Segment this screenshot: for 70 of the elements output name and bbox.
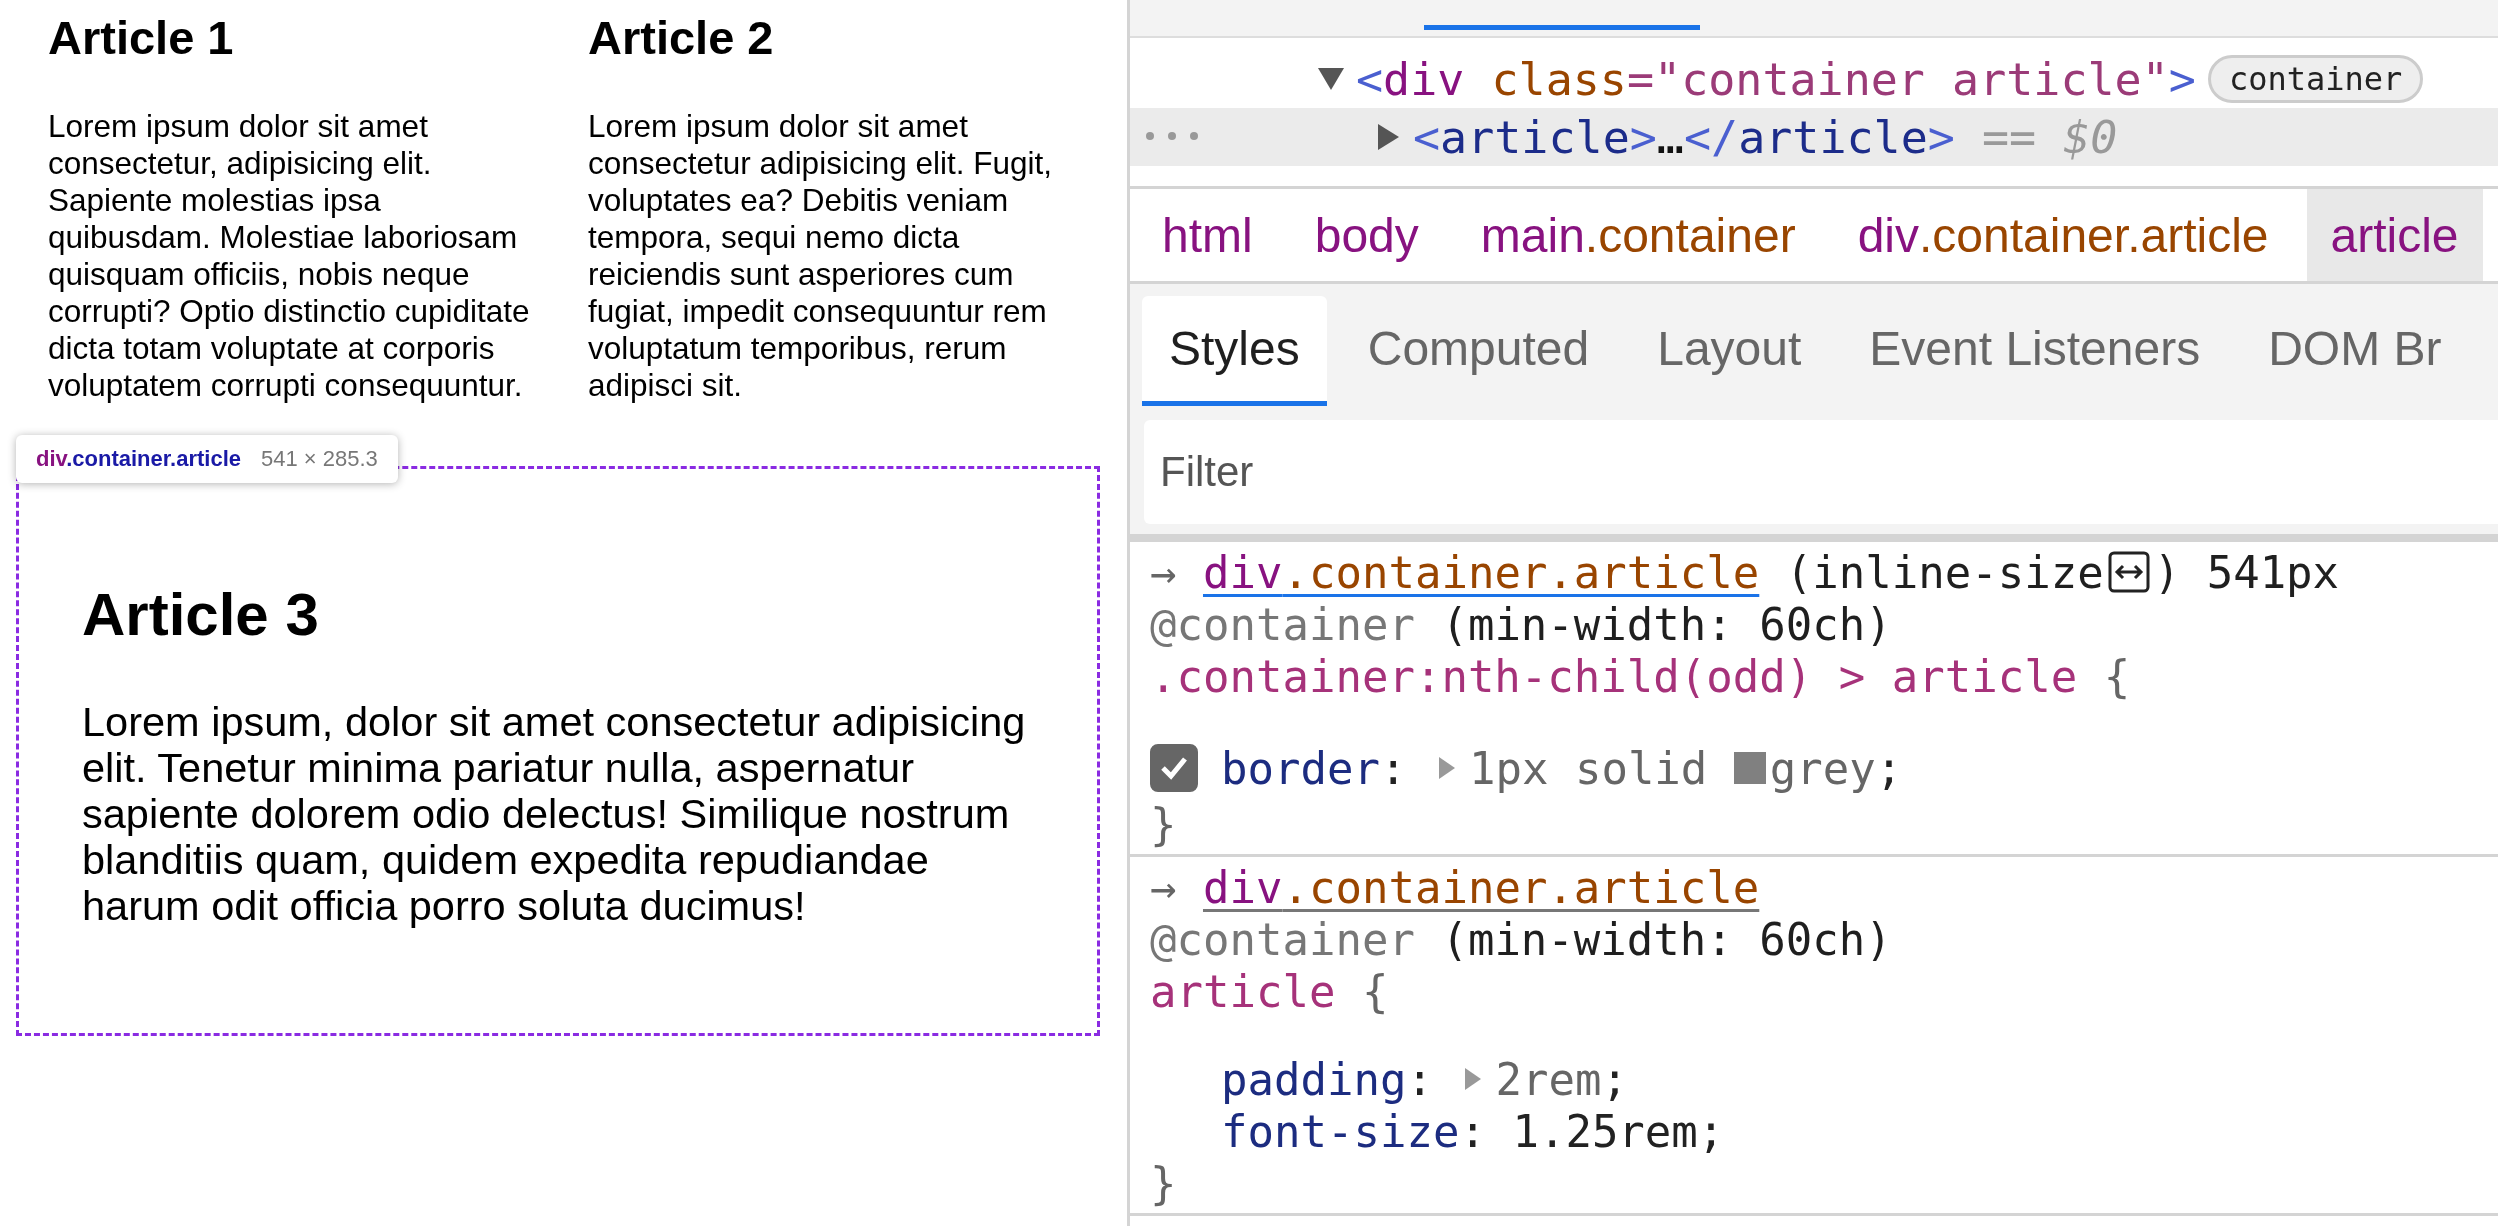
expand-triangle-icon xyxy=(1436,755,1457,781)
selected-node-row[interactable]: <article>…</article> == $0 xyxy=(1130,108,2498,166)
css-value: 1.25rem xyxy=(1512,1105,1698,1157)
tag-bracket: < xyxy=(1356,52,1384,106)
tab[interactable]: Layout xyxy=(1630,296,1829,406)
tag-bracket: > xyxy=(1629,110,1657,164)
tag-name: article xyxy=(1738,110,1928,164)
at-rule: @container xyxy=(1150,598,1415,650)
article-heading: Article 1 xyxy=(48,12,235,64)
article-heading: Article 2 xyxy=(588,12,775,64)
css-property: border xyxy=(1221,742,1380,794)
tab[interactable]: Event Listeners xyxy=(1842,296,2228,406)
breadcrumb[interactable]: body xyxy=(1290,189,1443,281)
attribute-name: class xyxy=(1490,52,1627,106)
arrow-glyph: → xyxy=(1150,861,1178,913)
arrow-glyph: → xyxy=(1150,546,1178,598)
tag-bracket: < xyxy=(1413,110,1441,164)
selector-link[interactable]: div.container.article xyxy=(1203,546,1760,598)
tag-name: div xyxy=(1383,52,1465,106)
container-query: (min-width: 60ch) xyxy=(1440,913,1892,965)
css-value: 2rem xyxy=(1495,1053,1602,1105)
punctuation: ; xyxy=(1875,742,1903,794)
more-options-icon xyxy=(1144,130,1200,142)
punctuation: =" xyxy=(1626,52,1682,106)
css-selector: .container:nth-child(odd) > article xyxy=(1150,650,2078,702)
element-size: 541 × 285.3 xyxy=(261,446,378,472)
css-property: padding xyxy=(1221,1053,1407,1105)
tag-bracket: > xyxy=(1927,110,1955,164)
brace: } xyxy=(1150,1157,1177,1209)
tag-bracket: </ xyxy=(1683,110,1739,164)
container-badge[interactable]: container xyxy=(2207,55,2424,103)
container-query: ) 541px xyxy=(2153,546,2340,598)
punctuation: : xyxy=(1406,1053,1434,1105)
css-selector: article xyxy=(1150,965,1336,1017)
inline-size-icon xyxy=(2107,551,2150,593)
brace: { xyxy=(2102,650,2131,702)
breadcrumb[interactable]: main.container xyxy=(1456,189,1820,281)
tab[interactable]: Computed xyxy=(1340,296,1617,406)
brace: } xyxy=(1150,798,1177,850)
article-text: Lorem ipsum dolor sit amet consectetur, adipisicing elit. Sapiente molestias ipsa quibusdam. Molestiae laboriosam quisquam officiis, nobis neque corrupti? Optio distinctio cupiditate dicta totam voluptate at corporis voluptatem corrupti consequuntur. xyxy=(48,108,531,404)
container-query: (inline-size xyxy=(1784,546,2104,598)
css-property: font-size xyxy=(1221,1105,1460,1157)
container-query: (min-width: 60ch) xyxy=(1440,598,1892,650)
article-heading: Article 3 xyxy=(82,581,320,649)
punctuation: ; xyxy=(1697,1105,1725,1157)
checkbox[interactable] xyxy=(1150,744,1198,792)
tag-name: article xyxy=(1440,110,1630,164)
punctuation: " xyxy=(2141,52,2169,106)
tab[interactable]: Styles xyxy=(1142,296,1327,406)
selector-link[interactable]: div.container.article xyxy=(1203,861,1760,913)
at-rule: @container xyxy=(1150,913,1415,965)
article-text: Lorem ipsum, dolor sit amet consectetur adipisicing elit. Tenetur minima pariatur nulla, aspernatur sapiente dolorem odio delectus! Similique nostrum blanditiis quam, quidem expedita repudiandae harum odit officia porro soluta ducimus! xyxy=(82,699,1027,929)
filter-field[interactable]: Filter xyxy=(1144,420,2498,524)
brace: { xyxy=(1360,965,1389,1017)
breadcrumb[interactable]: div.container.article xyxy=(1833,189,2293,281)
punctuation: ; xyxy=(1601,1053,1628,1105)
tag-bracket: > xyxy=(2168,52,2196,106)
punctuation: : xyxy=(1459,1105,1487,1157)
breadcrumb[interactable]: article xyxy=(2306,189,2483,281)
attribute-value: container article xyxy=(1681,52,2142,106)
color-swatch[interactable] xyxy=(1733,752,1766,784)
element-selector: div.container.article xyxy=(36,446,241,472)
breadcrumb[interactable]: html xyxy=(1138,189,1277,281)
tab[interactable]: DOM Br xyxy=(2241,296,2469,406)
css-value: 1px solid xyxy=(1468,742,1709,794)
article-text: Lorem ipsum dolor sit amet consectetur adipisicing elit. Fugit, voluptates ea? Debitis veniam tempora, sequi nemo dicta reiciendis sunt asperiores cum fugiat, impedit consequuntur rem voluptatum temporibus, rerum adipisci sit. xyxy=(588,108,1053,404)
collapsed-content: … xyxy=(1656,110,1684,164)
console-reference: == $0 xyxy=(1980,110,2118,164)
punctuation: : xyxy=(1379,742,1408,794)
css-value: grey xyxy=(1769,742,1876,794)
